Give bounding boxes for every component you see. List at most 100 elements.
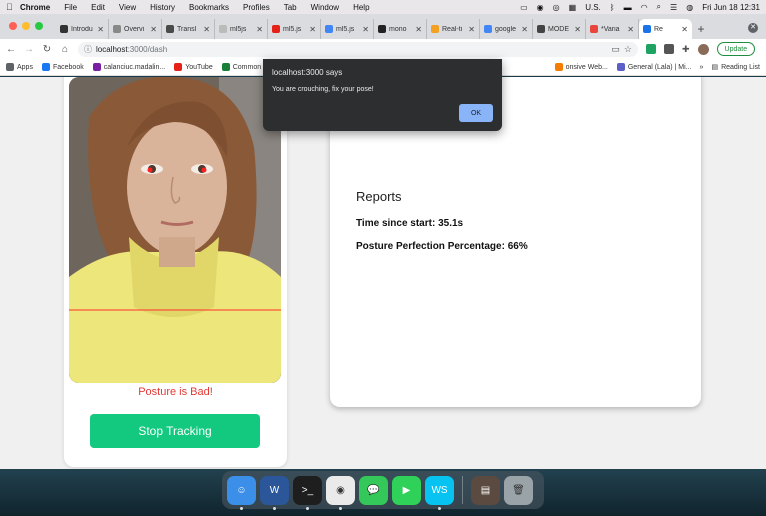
browser-tab[interactable]: *Varia ✕ bbox=[586, 19, 639, 39]
menu-file[interactable]: File bbox=[64, 3, 77, 12]
browser-tab[interactable]: Real-ti ✕ bbox=[427, 19, 480, 39]
alert-ok-button[interactable]: OK bbox=[459, 104, 493, 122]
menu-profiles[interactable]: Profiles bbox=[243, 3, 270, 12]
browser-tab[interactable]: ml5.js ✕ bbox=[268, 19, 321, 39]
bookmark-item[interactable]: YouTube bbox=[174, 63, 213, 71]
update-button[interactable]: Update bbox=[716, 42, 756, 56]
status-record-icon[interactable]: ◉ bbox=[537, 3, 544, 12]
tab-close-icon[interactable]: ✕ bbox=[256, 25, 263, 34]
bookmark-item[interactable]: Facebook bbox=[41, 63, 84, 71]
status-screen-icon[interactable]: ▭ bbox=[520, 3, 528, 12]
tab-search-icon[interactable]: ✕ bbox=[748, 23, 758, 33]
terminal-icon[interactable]: >_ bbox=[293, 475, 322, 510]
tab-close-icon[interactable]: ✕ bbox=[468, 25, 475, 34]
menubar-clock[interactable]: Fri Jun 18 12:31 bbox=[702, 3, 760, 12]
address-bar[interactable]: ⓘ localhost:3000/dash ▭ ☆ bbox=[78, 41, 638, 57]
status-sync-icon[interactable]: ◎ bbox=[553, 3, 560, 12]
apple-menu-icon[interactable]:  bbox=[6, 2, 20, 12]
browser-tab[interactable]: mono ✕ bbox=[374, 19, 427, 39]
spotlight-search-icon[interactable]: ⌕ bbox=[657, 2, 661, 12]
trash-icon[interactable]: 🗑 bbox=[504, 475, 533, 505]
bookmark-favicon-icon bbox=[221, 63, 230, 71]
tab-favicon-icon bbox=[272, 25, 280, 33]
battery-icon[interactable]: ▬ bbox=[624, 3, 632, 12]
browser-tabbar: Introdu ✕ Overvi ✕ Transl ✕ ml5js ✕ ml5.js ✕ ml5.j… bbox=[0, 14, 766, 39]
reload-icon[interactable]: ↻ bbox=[42, 44, 52, 55]
extensions-puzzle-icon[interactable]: ✚ bbox=[682, 44, 690, 55]
close-window-button[interactable] bbox=[9, 22, 17, 30]
tab-close-icon[interactable]: ✕ bbox=[97, 25, 104, 34]
tab-close-icon[interactable]: ✕ bbox=[681, 25, 688, 34]
bookmark-label: calanciuc.madalin... bbox=[103, 63, 166, 71]
zoom-window-button[interactable] bbox=[35, 22, 43, 30]
tab-favicon-icon bbox=[537, 25, 545, 33]
menu-edit[interactable]: Edit bbox=[91, 3, 105, 12]
tab-label: ml5.js bbox=[283, 25, 302, 33]
tab-close-icon[interactable]: ✕ bbox=[362, 25, 369, 34]
facetime-icon[interactable]: ▶ bbox=[392, 475, 421, 505]
time-since-start: Time since start: 35.1s bbox=[356, 218, 464, 229]
tab-close-icon[interactable]: ✕ bbox=[415, 25, 422, 34]
tab-close-icon[interactable]: ✕ bbox=[203, 25, 210, 34]
bluetooth-icon[interactable]: ᛒ bbox=[610, 3, 615, 12]
dock-glyph: ◉ bbox=[336, 484, 345, 496]
stop-tracking-button[interactable]: Stop Tracking bbox=[90, 414, 260, 448]
downloads-stack-icon[interactable]: ▤ bbox=[471, 475, 500, 505]
tab-close-icon[interactable]: ✕ bbox=[627, 25, 634, 34]
browser-toolbar: ← → ↻ ⌂ ⓘ localhost:3000/dash ▭ ☆ ✚ Upda… bbox=[0, 39, 766, 59]
bookmarks-right-items: onsive Web... General (Lala) | Mi... bbox=[554, 63, 692, 71]
browser-tab[interactable]: ml5.js ✕ bbox=[321, 19, 374, 39]
wifi-icon[interactable]: ◠ bbox=[641, 3, 648, 12]
back-arrow-icon[interactable]: ← bbox=[6, 44, 16, 55]
menu-help[interactable]: Help bbox=[353, 3, 369, 12]
control-center-icon[interactable]: ☰ bbox=[670, 3, 677, 12]
reading-list[interactable]: ▤ Reading List bbox=[711, 63, 760, 72]
bookmark-item[interactable]: Apps bbox=[6, 63, 33, 71]
status-flag-icon[interactable]: ▦ bbox=[569, 3, 577, 12]
left-eye-keypoint bbox=[147, 167, 153, 173]
minimize-window-button[interactable] bbox=[22, 22, 30, 30]
browser-tab[interactable]: Re ✕ bbox=[639, 19, 692, 39]
siri-icon[interactable]: ◍ bbox=[686, 3, 693, 12]
profile-avatar[interactable] bbox=[697, 43, 709, 55]
bookmark-item[interactable]: calanciuc.madalin... bbox=[92, 63, 166, 71]
bookmark-star-icon[interactable]: ☆ bbox=[624, 44, 632, 55]
browser-tab[interactable]: google ✕ bbox=[480, 19, 533, 39]
tab-label: Overvi bbox=[124, 25, 145, 33]
chrome-icon[interactable]: ◉ bbox=[326, 475, 355, 510]
dock-glyph: ▶ bbox=[402, 484, 411, 496]
input-source-label[interactable]: U.S. bbox=[585, 3, 601, 12]
forward-arrow-icon[interactable]: → bbox=[24, 44, 34, 55]
finder-icon[interactable]: ☺ bbox=[227, 475, 256, 510]
menu-bookmarks[interactable]: Bookmarks bbox=[189, 3, 229, 12]
menu-view[interactable]: View bbox=[119, 3, 136, 12]
bookmark-favicon-icon bbox=[174, 63, 183, 71]
bookmark-item[interactable]: Common bbox=[221, 63, 261, 71]
menu-history[interactable]: History bbox=[150, 3, 175, 12]
bookmark-item[interactable]: General (Lala) | Mi... bbox=[616, 63, 692, 71]
word-icon[interactable]: W bbox=[260, 475, 289, 510]
extension-s-icon[interactable] bbox=[646, 44, 656, 54]
browser-tab[interactable]: Transl ✕ bbox=[162, 19, 215, 39]
tab-close-icon[interactable]: ✕ bbox=[574, 25, 581, 34]
home-icon[interactable]: ⌂ bbox=[60, 44, 70, 55]
browser-tab[interactable]: ml5js ✕ bbox=[215, 19, 268, 39]
menu-tab[interactable]: Tab bbox=[284, 3, 297, 12]
menu-window[interactable]: Window bbox=[311, 3, 339, 12]
extension-f-icon[interactable] bbox=[664, 44, 674, 54]
site-info-icon[interactable]: ⓘ bbox=[84, 44, 92, 55]
tab-close-icon[interactable]: ✕ bbox=[521, 25, 528, 34]
tab-close-icon[interactable]: ✕ bbox=[150, 25, 157, 34]
browser-tab[interactable]: MODE ✕ bbox=[533, 19, 586, 39]
browser-tab[interactable]: Overvi ✕ bbox=[109, 19, 162, 39]
new-tab-button[interactable]: + bbox=[692, 19, 710, 39]
bookmarks-overflow-chevron[interactable]: » bbox=[700, 64, 704, 71]
tab-close-icon[interactable]: ✕ bbox=[309, 25, 316, 34]
bookmark-item[interactable]: onsive Web... bbox=[554, 63, 608, 71]
browser-tab[interactable]: Introdu ✕ bbox=[56, 19, 109, 39]
menu-app-name[interactable]: Chrome bbox=[20, 3, 50, 12]
webstorm-icon[interactable]: WS bbox=[425, 475, 454, 510]
cast-icon[interactable]: ▭ bbox=[611, 44, 620, 55]
messages-icon[interactable]: 💬 bbox=[359, 475, 388, 505]
bookmark-label: YouTube bbox=[185, 63, 213, 71]
